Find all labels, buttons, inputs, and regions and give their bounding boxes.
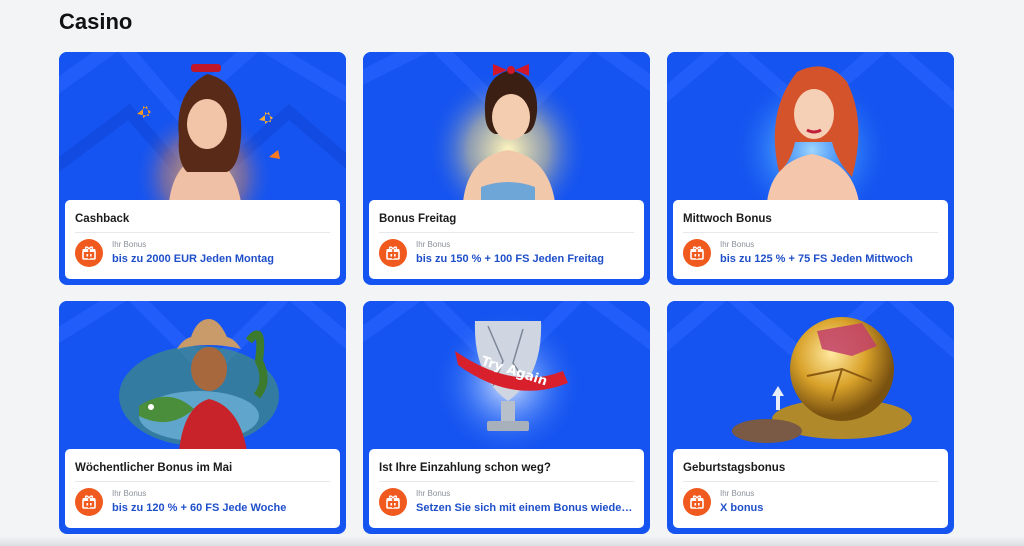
bonus-row: Ihr Bonus bis zu 2000 EUR Jeden Montag [75, 239, 330, 267]
bonus-card-einzahlung-weg[interactable]: Try Again Ist Ihre Einzahlung schon weg?… [363, 301, 650, 534]
bonus-row: Ihr Bonus bis zu 150 % + 100 FS Jeden Fr… [379, 239, 634, 267]
bonus-card-woechentlicher-bonus[interactable]: Wöchentlicher Bonus im Mai Ihr Bonus bis… [59, 301, 346, 534]
divider [379, 232, 634, 233]
bonus-grid: Cashback Ihr Bonus bis zu 2000 EUR Jeden… [59, 52, 954, 534]
card-title: Geburtstagsbonus [683, 462, 786, 474]
bottom-scroll-fade [0, 536, 1024, 546]
card-info-panel: Cashback Ihr Bonus bis zu 2000 EUR Jeden… [65, 200, 340, 279]
promo-illustration-woman-butterflies [59, 52, 346, 202]
card-info-panel: Geburtstagsbonus Ihr Bonus X bonus [673, 449, 948, 528]
bonus-value: bis zu 125 % + 75 FS Jeden Mittwoch [720, 252, 913, 265]
gift-icon [75, 239, 103, 267]
bonus-label: Ihr Bonus [720, 239, 755, 249]
card-info-panel: Bonus Freitag Ihr Bonus bis zu 150 % + 1… [369, 200, 644, 279]
gift-icon [379, 488, 407, 516]
promo-illustration-cowgirl-with-fish [59, 301, 346, 451]
card-info-panel: Wöchentlicher Bonus im Mai Ihr Bonus bis… [65, 449, 340, 528]
bonus-value: bis zu 2000 EUR Jeden Montag [112, 252, 274, 265]
promo-illustration-trophy: Try Again [363, 301, 650, 451]
promo-illustration-golden-ball [667, 301, 954, 451]
card-info-panel: Ist Ihre Einzahlung schon weg? Ihr Bonus… [369, 449, 644, 528]
gift-icon [683, 488, 711, 516]
casino-page: Casino Cashback Ihr Bonus bis zu 2000 EU… [0, 0, 1024, 546]
bonus-row: Ihr Bonus bis zu 125 % + 75 FS Jeden Mit… [683, 239, 938, 267]
gift-icon [683, 239, 711, 267]
bonus-label: Ihr Bonus [416, 488, 451, 498]
bonus-card-geburtstagsbonus[interactable]: Geburtstagsbonus Ihr Bonus X bonus [667, 301, 954, 534]
bonus-card-bonus-freitag[interactable]: Bonus Freitag Ihr Bonus bis zu 150 % + 1… [363, 52, 650, 285]
gift-icon [379, 239, 407, 267]
card-title: Bonus Freitag [379, 213, 457, 225]
section-title: Casino [59, 9, 133, 34]
bonus-row: Ihr Bonus X bonus [683, 488, 938, 516]
bonus-value: Setzen Sie sich mit einem Bonus wieder i… [416, 501, 634, 514]
bonus-label: Ihr Bonus [112, 488, 147, 498]
bonus-card-mittwoch-bonus[interactable]: Mittwoch Bonus Ihr Bonus bis zu 125 % + … [667, 52, 954, 285]
divider [75, 232, 330, 233]
card-title: Wöchentlicher Bonus im Mai [75, 462, 233, 474]
bonus-label: Ihr Bonus [112, 239, 147, 249]
divider [683, 481, 938, 482]
card-title: Ist Ihre Einzahlung schon weg? [379, 462, 551, 474]
bonus-card-cashback[interactable]: Cashback Ihr Bonus bis zu 2000 EUR Jeden… [59, 52, 346, 285]
bonus-label: Ihr Bonus [720, 488, 755, 498]
gift-icon [75, 488, 103, 516]
card-title: Cashback [75, 213, 130, 225]
bonus-value: X bonus [720, 501, 764, 514]
promo-illustration-woman-red-bow [363, 52, 650, 202]
card-title: Mittwoch Bonus [683, 213, 772, 225]
bonus-row: Ihr Bonus bis zu 120 % + 60 FS Jede Woch… [75, 488, 330, 516]
bonus-value: bis zu 120 % + 60 FS Jede Woche [112, 501, 287, 514]
card-info-panel: Mittwoch Bonus Ihr Bonus bis zu 125 % + … [673, 200, 948, 279]
bonus-row: Ihr Bonus Setzen Sie sich mit einem Bonu… [379, 488, 634, 516]
divider [75, 481, 330, 482]
promo-illustration-redhead-woman [667, 52, 954, 202]
divider [683, 232, 938, 233]
bonus-value: bis zu 150 % + 100 FS Jeden Freitag [416, 252, 604, 265]
divider [379, 481, 634, 482]
bonus-label: Ihr Bonus [416, 239, 451, 249]
